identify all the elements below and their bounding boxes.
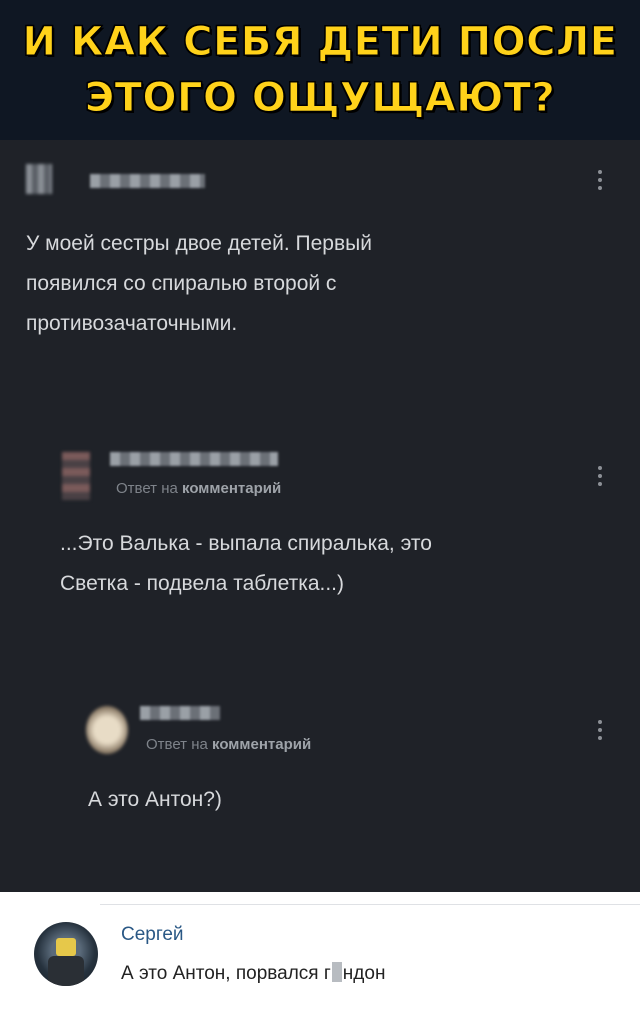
reply-meta: Ответ на комментарий — [146, 736, 311, 753]
author-name-hidden[interactable] — [140, 706, 220, 720]
comment-line: А это Антон?) — [88, 788, 222, 811]
comment-text-part: А это Антон, порвался г — [121, 963, 331, 984]
comment-text: А это Антон, порвался г ндон — [121, 962, 385, 985]
avatar[interactable] — [34, 922, 98, 986]
reply-link[interactable]: комментарий — [212, 736, 311, 753]
comment-line: Светка - подвела таблетка...) — [60, 572, 345, 595]
author-name-hidden[interactable] — [110, 452, 278, 466]
censor-block — [331, 962, 342, 982]
banner-line-1: И КАК СЕБЯ ДЕТИ ПОСЛЕ — [22, 19, 618, 66]
avatar[interactable] — [62, 452, 90, 500]
reply-meta: Ответ на комментарий — [116, 480, 281, 497]
reply-link[interactable]: комментарий — [182, 480, 281, 497]
vk-comment: Сергей А это Антон, порвался г ндон — [0, 892, 640, 1017]
avatar-figure-body — [48, 956, 84, 986]
divider — [100, 904, 640, 905]
author-name[interactable]: Сергей — [121, 924, 184, 946]
avatar[interactable] — [86, 706, 128, 754]
reply-prefix: Ответ на — [116, 480, 183, 497]
title-banner: И КАК СЕБЯ ДЕТИ ПОСЛЕ ЭТОГО ОЩУЩАЮТ? — [0, 0, 640, 140]
author-name-hidden[interactable] — [90, 174, 205, 188]
comment-text-part: ндон — [342, 963, 386, 984]
avatar[interactable] — [26, 164, 52, 194]
more-vertical-icon[interactable] — [598, 720, 606, 740]
banner-line-2: ЭТОГО ОЩУЩАЮТ? — [84, 75, 556, 122]
comment-line: появился со спиралью второй с — [26, 272, 337, 295]
avatar-figure — [56, 938, 76, 956]
comment-text-3: А это Антон?) — [88, 780, 608, 820]
reply-prefix: Ответ на — [146, 736, 213, 753]
more-vertical-icon[interactable] — [598, 466, 606, 486]
comment-line: противозачаточными. — [26, 312, 238, 335]
more-vertical-icon[interactable] — [598, 170, 606, 190]
comment-thread: У моей сестры двое детей. Первый появилс… — [0, 140, 640, 892]
comment-line: ...Это Валька - выпала спиралька, это — [60, 532, 432, 555]
comment-text-1: У моей сестры двое детей. Первый появилс… — [26, 224, 606, 344]
comment-line: У моей сестры двое детей. Первый — [26, 232, 372, 255]
comment-text-2: ...Это Валька - выпала спиралька, это Св… — [60, 524, 620, 604]
